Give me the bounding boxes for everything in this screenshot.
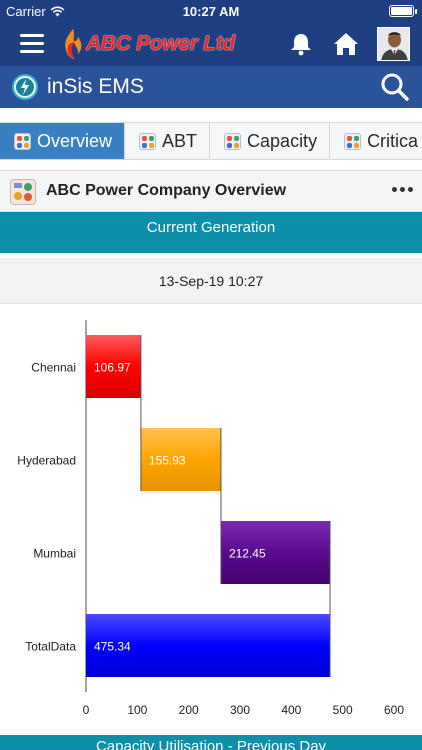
user-avatar[interactable] xyxy=(377,27,410,61)
flame-logo-icon xyxy=(65,29,82,59)
insis-logo-icon xyxy=(12,74,38,100)
timestamp: 13-Sep-19 10:27 xyxy=(158,273,264,289)
tab-label: ABT xyxy=(162,130,198,151)
dashboard-icon xyxy=(224,132,242,150)
home-icon[interactable] xyxy=(333,32,359,56)
x-tick-label: 300 xyxy=(230,703,250,717)
panel-title: ABC Power Company Overview xyxy=(46,182,287,199)
brand-logo: ABC Power Ltd xyxy=(62,28,235,60)
overview-icon xyxy=(10,179,36,205)
x-tick-label: 400 xyxy=(281,703,301,717)
section-header-capacity: Capacity Utilisation - Previous Day xyxy=(0,735,422,750)
app-subheader: inSis EMS xyxy=(0,66,422,108)
tab-capacity[interactable]: Capacity xyxy=(210,123,331,159)
panel-header: ABC Power Company Overview xyxy=(0,170,422,212)
battery-icon xyxy=(389,5,417,17)
dashboard-icon xyxy=(139,132,157,150)
category-label: Mumbai xyxy=(33,547,76,561)
category-label: TotalData xyxy=(25,640,76,654)
bell-icon[interactable] xyxy=(288,32,314,56)
tab-overview[interactable]: Overview xyxy=(0,123,126,159)
tab-label: Capacity xyxy=(247,130,318,151)
dashboard-icon xyxy=(344,132,362,150)
user-photo xyxy=(378,28,409,60)
tab-abt[interactable]: ABT xyxy=(125,123,211,159)
bar-value-label: 475.34 xyxy=(94,640,131,654)
generation-chart: 106.97 Chennai 155.93 Hyderabad 212.45 Mumbai… xyxy=(17,320,404,717)
brand-name: ABC Power Ltd xyxy=(86,32,235,55)
app-name: inSis EMS xyxy=(47,75,144,98)
bar-value-label: 106.97 xyxy=(94,361,131,375)
more-dots-icon[interactable] xyxy=(392,187,414,197)
tab-label: Overview xyxy=(37,130,113,151)
tab-bar: Overview ABT Capacity Critica xyxy=(0,122,422,160)
section-header: Current Generation xyxy=(0,212,422,253)
menu-icon[interactable] xyxy=(20,34,44,54)
tab-critical[interactable]: Critica xyxy=(330,123,422,159)
section-title: Current Generation xyxy=(146,219,276,236)
bar-value-label: 212.45 xyxy=(229,547,266,561)
search-icon[interactable] xyxy=(380,72,410,102)
bar-value-label: 155.93 xyxy=(149,454,186,468)
category-label: Hyderabad xyxy=(17,454,76,468)
tab-label: Critica xyxy=(367,130,419,151)
x-tick-label: 0 xyxy=(83,703,90,717)
status-bar: Carrier 10:27 AM xyxy=(0,0,422,22)
x-tick-label: 200 xyxy=(179,703,199,717)
x-tick-label: 100 xyxy=(127,703,147,717)
app-header: ABC Power Ltd xyxy=(0,22,422,66)
category-label: Chennai xyxy=(31,361,76,375)
dashboard-icon xyxy=(14,132,31,150)
section-title: Capacity Utilisation - Previous Day xyxy=(95,738,327,750)
x-tick-label: 500 xyxy=(333,703,353,717)
x-tick-label: 600 xyxy=(384,703,404,717)
clock: 10:27 AM xyxy=(182,4,240,19)
timestamp-row: 13-Sep-19 10:27 xyxy=(0,258,422,304)
